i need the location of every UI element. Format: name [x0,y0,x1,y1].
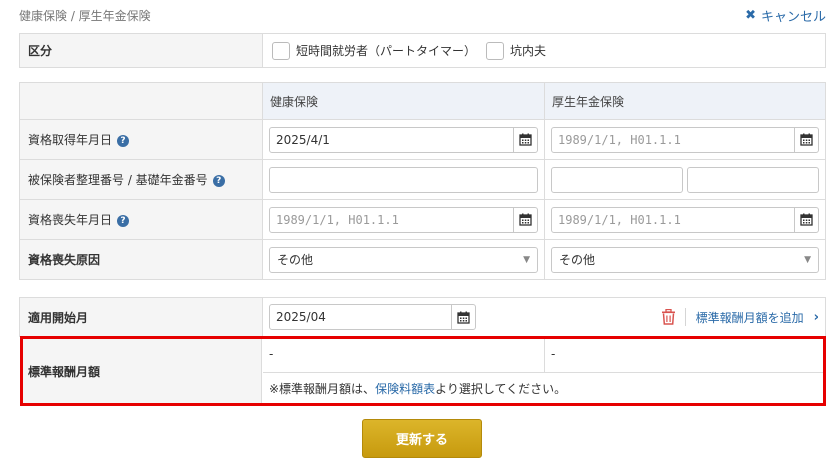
calendar-icon[interactable] [794,207,818,232]
close-icon: ✖ [745,8,756,23]
caret-down-icon: ▼ [804,254,811,265]
genin-kenpo-cell: その他 ▼ [262,239,545,280]
checkbox-box[interactable] [272,41,290,60]
cancel-label: キャンセル [760,10,826,25]
kubun-table: 区分 短時間就労者（パートタイマー） 坑内夫 [19,33,826,68]
seiri-kosei-input-1[interactable] [551,166,683,193]
genin-kenpo-selected: その他 [277,253,314,267]
soshitsu-kosei-cell: 1989/1/1, H01.1.1 [544,199,826,240]
genin-kosei-select[interactable]: その他 ▼ [551,246,819,273]
insurance-table: 健康保険 厚生年金保険 資格取得年月日? 2025/4/1 1989/1/1, … [19,82,826,280]
cancel-button[interactable]: ✖ キャンセル [745,6,826,25]
help-icon[interactable]: ? [117,134,130,147]
seiri-kenpo-input[interactable] [269,166,538,193]
seiri-kosei-cell [544,159,826,200]
checkbox-box[interactable] [486,41,505,60]
apply-month-input[interactable]: 2025/04 [269,304,476,330]
calendar-icon[interactable] [451,305,475,329]
seiri-kosei-value-2[interactable] [688,168,818,192]
chevron-right-icon[interactable]: › [814,310,819,325]
genin-kenpo-select[interactable]: その他 ▼ [269,246,538,273]
apply-month-cell: 2025/04 標準報酬月額を追加 › [262,297,826,337]
highlight-box [20,336,826,406]
apply-month-label: 適用開始月 [19,297,263,337]
soshitsu-kenpo-input[interactable]: 1989/1/1, H01.1.1 [269,206,538,233]
calendar-icon[interactable] [513,207,537,232]
soshitsu-kenpo-placeholder[interactable]: 1989/1/1, H01.1.1 [270,208,513,232]
add-hyojun-link[interactable]: 標準報酬月額を追加 [696,309,804,326]
caret-down-icon: ▼ [523,254,530,265]
shutoku-kosei-input[interactable]: 1989/1/1, H01.1.1 [551,126,819,153]
hyojun-table: 適用開始月 2025/04 標準報酬月額を追加 › [19,297,826,337]
header-empty [19,82,263,120]
calendar-icon[interactable] [794,127,818,152]
miner-checkbox[interactable]: 坑内夫 [486,41,547,60]
genin-kosei-cell: その他 ▼ [544,239,826,280]
column-kenpo: 健康保険 [262,82,545,120]
shutoku-kenpo-cell: 2025/4/1 [262,119,545,160]
shutoku-kenpo-input[interactable]: 2025/4/1 [269,126,538,153]
trash-icon[interactable] [661,309,676,325]
calendar-icon[interactable] [513,127,537,152]
help-icon[interactable]: ? [212,174,225,187]
miner-label: 坑内夫 [510,44,547,58]
part-timer-checkbox[interactable]: 短時間就労者（パートタイマー） [272,41,477,60]
soshitsu-kenpo-cell: 1989/1/1, H01.1.1 [262,199,545,240]
shutoku-label: 資格取得年月日? [19,119,263,160]
shutoku-kosei-cell: 1989/1/1, H01.1.1 [544,119,826,160]
divider [684,308,686,326]
seiri-kenpo-cell [262,159,545,200]
column-kosei: 厚生年金保険 [544,82,826,120]
shutoku-label-text: 資格取得年月日 [28,133,113,147]
seiri-kosei-input-2[interactable] [687,166,819,193]
kubun-label: 区分 [19,33,263,68]
seiri-kenpo-value[interactable] [270,168,537,192]
seiri-kosei-value-1[interactable] [552,168,682,192]
apply-month-value[interactable]: 2025/04 [270,305,451,329]
kubun-options: 短時間就労者（パートタイマー） 坑内夫 [262,33,826,68]
update-button[interactable]: 更新する [362,419,482,458]
seiri-label-text: 被保険者整理番号 / 基礎年金番号 [28,173,208,187]
breadcrumb: 健康保険 / 厚生年金保険 [19,9,151,23]
shutoku-kosei-placeholder[interactable]: 1989/1/1, H01.1.1 [552,128,794,152]
genin-label: 資格喪失原因 [19,239,263,280]
help-icon[interactable]: ? [117,214,130,227]
soshitsu-kosei-input[interactable]: 1989/1/1, H01.1.1 [551,206,819,233]
soshitsu-kosei-placeholder[interactable]: 1989/1/1, H01.1.1 [552,208,794,232]
soshitsu-label-text: 資格喪失年月日 [28,213,113,227]
part-timer-label: 短時間就労者（パートタイマー） [296,44,477,58]
genin-kosei-selected: その他 [559,253,596,267]
soshitsu-label: 資格喪失年月日? [19,199,263,240]
seiri-label: 被保険者整理番号 / 基礎年金番号? [19,159,263,200]
shutoku-kenpo-value[interactable]: 2025/4/1 [270,128,513,152]
